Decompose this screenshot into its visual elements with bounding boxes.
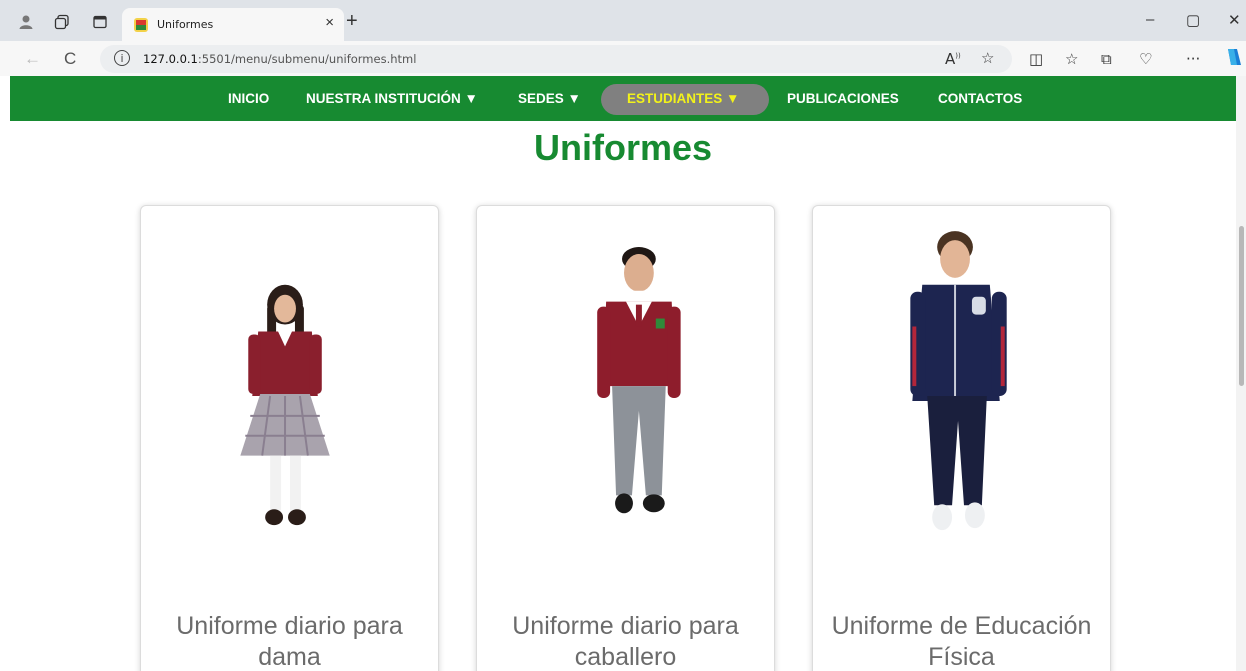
close-tab-icon[interactable]: × (325, 14, 334, 31)
copilot-icon[interactable] (1225, 47, 1243, 71)
browser-titlebar: Uniformes × + – ▢ ✕ (0, 0, 1246, 41)
browser-tab[interactable]: Uniformes × (122, 8, 344, 41)
tab-title: Uniformes (157, 18, 214, 31)
tab-actions-icon[interactable] (91, 13, 109, 31)
card-caption: Uniforme diario para dama (176, 612, 403, 671)
card-caption: Uniforme de Educación Física (831, 612, 1092, 671)
close-window-icon[interactable]: ✕ (1228, 11, 1241, 29)
uniform-photo-educacion-fisica (910, 231, 1007, 531)
read-aloud-icon[interactable]: A)) (945, 50, 961, 68)
split-screen-icon[interactable]: ◫ (1029, 50, 1043, 68)
address-bar-row: ← C i 127.0.0.1:5501/menu/submenu/unifor… (0, 41, 1246, 76)
uniform-photo-caballero (597, 247, 681, 514)
workspaces-icon[interactable] (53, 13, 71, 31)
nav-inicio[interactable]: INICIO (228, 91, 269, 106)
site-info-icon[interactable]: i (114, 50, 130, 66)
uniform-card: Uniforme de Educación Física (812, 205, 1111, 671)
favorite-star-icon[interactable]: ☆ (981, 49, 994, 67)
favicon-icon (134, 18, 148, 32)
restore-icon[interactable]: ▢ (1186, 11, 1200, 29)
card-caption: Uniforme diario para caballero (512, 612, 739, 671)
address-input[interactable]: i 127.0.0.1:5501/menu/submenu/uniformes.… (100, 45, 1012, 73)
uniform-card: Uniforme diario para dama (140, 205, 439, 671)
uniform-card: Uniforme diario para caballero (476, 205, 775, 671)
uniform-photo-dama (240, 284, 330, 526)
nav-nuestra-institucion[interactable]: NUESTRA INSTITUCIÓN ▼ (306, 91, 478, 106)
nav-publicaciones[interactable]: PUBLICACIONES (787, 91, 899, 106)
more-menu-icon[interactable]: ··· (1186, 50, 1200, 68)
back-icon[interactable]: ← (24, 49, 41, 69)
refresh-icon[interactable]: C (64, 49, 76, 69)
page-title: Uniformes (533, 127, 713, 168)
browser-essentials-icon[interactable]: ♡ (1139, 50, 1152, 68)
minimize-icon[interactable]: – (1146, 11, 1154, 28)
favorites-icon[interactable]: ☆ (1065, 50, 1078, 68)
nav-estudiantes[interactable]: ESTUDIANTES ▼ (627, 91, 739, 106)
new-tab-icon[interactable]: + (346, 10, 358, 33)
site-navigation-bar: INICIO NUESTRA INSTITUCIÓN ▼ SEDES ▼ EST… (10, 76, 1240, 121)
nav-sedes[interactable]: SEDES ▼ (518, 91, 581, 106)
scrollbar-thumb[interactable] (1239, 226, 1244, 386)
collections-icon[interactable]: ⧉ (1101, 50, 1112, 68)
url-text: 127.0.0.1:5501/menu/submenu/uniformes.ht… (143, 52, 417, 66)
nav-contactos[interactable]: CONTACTOS (938, 91, 1022, 106)
profile-icon[interactable] (17, 13, 35, 31)
